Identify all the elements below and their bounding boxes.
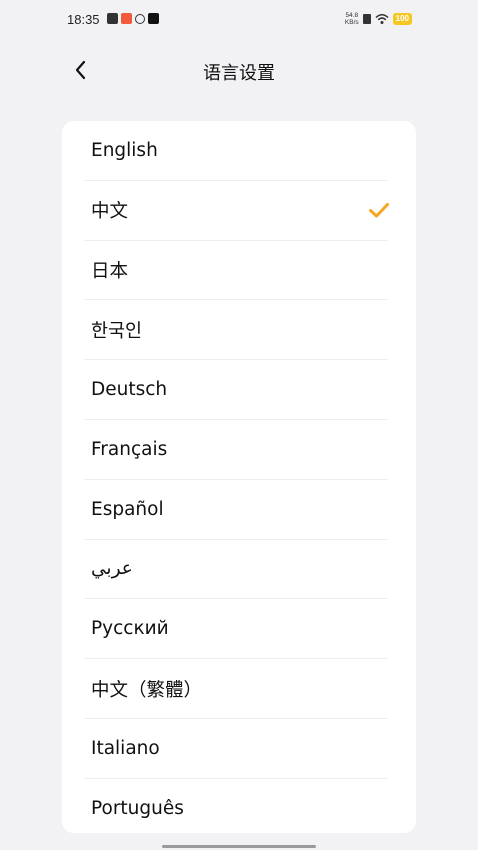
notification-icons <box>107 13 159 24</box>
battery-indicator: 100 <box>392 13 412 25</box>
language-item-spanish[interactable]: Español <box>84 480 388 540</box>
language-item-english[interactable]: English <box>84 121 388 181</box>
sim-card-icon <box>362 14 371 24</box>
language-item-french[interactable]: Français <box>84 420 388 480</box>
checkmark-icon <box>369 203 389 218</box>
language-item-italian[interactable]: Italiano <box>84 719 388 779</box>
app-notification-icon <box>121 13 132 24</box>
network-speed-unit: KB/s <box>344 19 359 26</box>
status-bar: 18:35 54.8 KB/s 100 <box>0 0 478 40</box>
language-item-japanese[interactable]: 日本 <box>84 241 388 301</box>
language-item-chinese-traditional[interactable]: 中文（繁體） <box>84 659 388 719</box>
home-indicator[interactable] <box>162 845 316 848</box>
app-notification-icon <box>107 13 118 24</box>
language-label: 한국인 <box>91 320 143 342</box>
language-label: 日本 <box>91 260 129 282</box>
language-item-arabic[interactable]: عربي <box>84 540 388 600</box>
language-item-german[interactable]: Deutsch <box>84 360 388 420</box>
language-label: Italiano <box>91 737 160 759</box>
language-list: English 中文 日本 한국인 Deutsch Français Españ… <box>62 121 416 833</box>
language-label: Español <box>91 498 164 520</box>
tiktok-icon <box>148 13 159 24</box>
language-label: Français <box>91 438 168 460</box>
language-label: Русский <box>91 618 169 640</box>
header: 语言设置 <box>0 50 478 90</box>
language-item-russian[interactable]: Русский <box>84 599 388 660</box>
language-item-chinese-simplified[interactable]: 中文 <box>84 181 389 241</box>
language-label: عربي <box>91 558 133 580</box>
language-item-portuguese[interactable]: Português <box>84 779 388 833</box>
status-time: 18:35 <box>67 12 100 27</box>
status-indicators: 54.8 KB/s 100 <box>345 12 412 26</box>
page-title: 语言设置 <box>203 63 275 84</box>
language-item-korean[interactable]: 한국인 <box>84 300 388 361</box>
app-notification-icon <box>135 13 145 24</box>
language-label: Deutsch <box>91 379 168 401</box>
language-label: 中文 <box>91 201 129 223</box>
language-list-card: English 中文 日本 한국인 Deutsch Français Españ… <box>62 121 416 833</box>
wifi-icon <box>375 14 389 24</box>
language-label: English <box>91 139 158 161</box>
network-speed-value: 54.8 <box>345 12 359 19</box>
language-label: 中文（繁體） <box>91 679 203 701</box>
network-speed: 54.8 KB/s <box>345 12 359 26</box>
language-label: Português <box>91 798 184 820</box>
